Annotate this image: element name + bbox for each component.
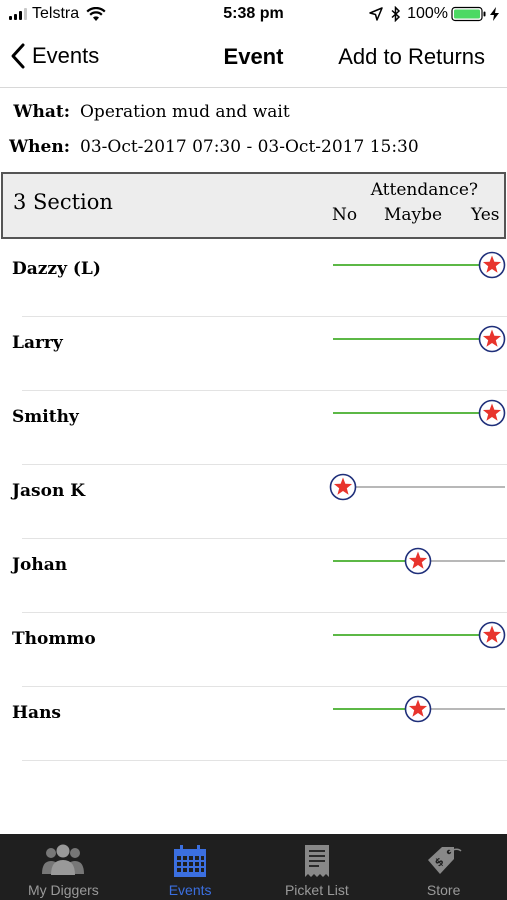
star-thumb-icon[interactable]	[404, 695, 432, 723]
tab-events-label: Events	[168, 882, 212, 898]
when-label: When:	[9, 137, 70, 157]
status-right: 100%	[369, 5, 499, 23]
attendance-slider[interactable]	[327, 681, 507, 725]
charging-bolt-icon	[490, 7, 499, 21]
bluetooth-icon	[391, 6, 401, 22]
tab-events[interactable]: Events	[127, 834, 254, 900]
attendance-slider[interactable]	[327, 607, 507, 651]
section-title: 3 Section	[13, 190, 113, 214]
member-row: Johan	[0, 539, 507, 613]
calendar-icon	[174, 845, 207, 877]
member-row: Dazzy (L)	[0, 243, 507, 317]
member-name: Larry	[12, 333, 63, 353]
row-divider	[22, 760, 507, 761]
back-button[interactable]: Events	[10, 42, 99, 70]
member-row: Smithy	[0, 391, 507, 465]
attendance-slider[interactable]	[327, 311, 507, 355]
star-thumb-icon[interactable]	[478, 325, 506, 353]
tab-store-label: Store	[426, 882, 461, 898]
attendance-slider[interactable]	[327, 533, 507, 577]
star-thumb-icon[interactable]	[478, 621, 506, 649]
receipt-icon	[304, 845, 329, 877]
what-value: Operation mud and wait	[80, 102, 290, 122]
chevron-left-icon	[11, 43, 25, 69]
member-name: Johan	[12, 555, 68, 575]
star-thumb-icon[interactable]	[329, 473, 357, 501]
attendance-slider[interactable]	[327, 459, 507, 503]
people-icon	[42, 844, 85, 875]
member-row: Jason K	[0, 465, 507, 539]
member-name: Thommo	[12, 629, 96, 649]
attendance-option-yes: Yes	[471, 205, 500, 225]
member-name: Jason K	[12, 481, 86, 501]
event-info: What: Operation mud and wait When: 03-Oc…	[0, 88, 507, 172]
member-name: Hans	[12, 703, 62, 723]
star-thumb-icon[interactable]	[478, 399, 506, 427]
member-name: Smithy	[12, 407, 79, 427]
when-value: 03-Oct-2017 07:30 - 03-Oct-2017 15:30	[80, 137, 419, 157]
what-row: What: Operation mud and wait	[0, 102, 290, 122]
member-row: Hans	[0, 687, 507, 761]
member-name: Dazzy (L)	[12, 259, 101, 279]
tab-bar: My Diggers Events Picket List $ Store	[0, 834, 507, 900]
when-row: When: 03-Oct-2017 07:30 - 03-Oct-2017 15…	[0, 137, 419, 157]
back-button-label: Events	[32, 43, 100, 68]
price-tag-icon: $	[427, 847, 462, 874]
tab-my-diggers[interactable]: My Diggers	[0, 834, 127, 900]
what-label: What:	[13, 102, 70, 122]
member-row: Thommo	[0, 613, 507, 687]
section-header: 3 Section Attendance? No Maybe Yes	[1, 172, 506, 239]
status-bar: Telstra 5:38 pm 100%	[0, 0, 507, 30]
star-thumb-icon[interactable]	[404, 547, 432, 575]
member-row: Larry	[0, 317, 507, 391]
tab-store[interactable]: $ Store	[380, 834, 507, 900]
location-arrow-icon	[369, 7, 383, 21]
add-to-returns-button[interactable]: Add to Returns	[338, 44, 485, 70]
attendance-option-no: No	[332, 205, 358, 225]
attendance-label: Attendance?	[370, 180, 478, 200]
tab-my-diggers-label: My Diggers	[27, 882, 99, 898]
tab-picket-list-label: Picket List	[284, 882, 349, 898]
battery-percent: 100%	[407, 5, 448, 22]
attendance-slider[interactable]	[327, 385, 507, 429]
attendance-slider[interactable]	[327, 237, 507, 281]
tab-picket-list[interactable]: Picket List	[254, 834, 381, 900]
battery-icon	[451, 6, 486, 22]
attendance-option-maybe: Maybe	[384, 205, 443, 225]
star-thumb-icon[interactable]	[478, 251, 506, 279]
nav-bar: Events Event Add to Returns	[0, 30, 507, 88]
